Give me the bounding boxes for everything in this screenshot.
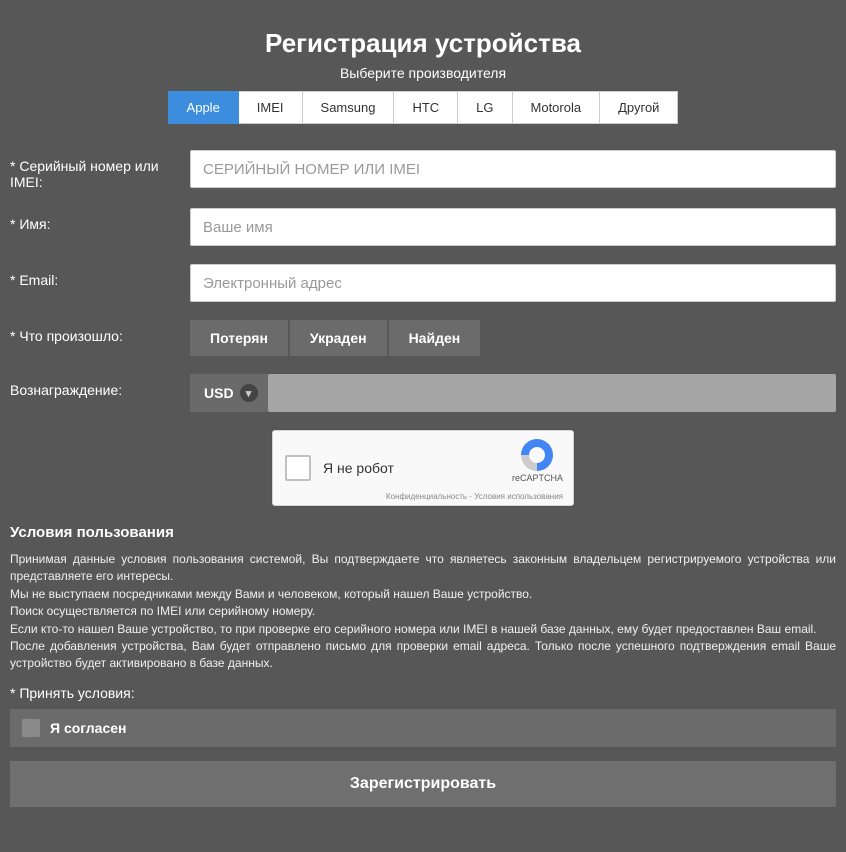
recaptcha-legal: Конфиденциальность - Условия использован…	[386, 492, 563, 501]
tab-apple[interactable]: Apple	[168, 91, 239, 124]
tab-imei[interactable]: IMEI	[239, 91, 303, 124]
currency-value: USD	[204, 385, 234, 401]
recaptcha[interactable]: Я не робот reCAPTCHA Конфиденциальность …	[272, 430, 574, 506]
accept-label: * Принять условия:	[10, 685, 836, 701]
manufacturer-tabs: AppleIMEISamsungHTCLGMotorolaДругой	[10, 91, 836, 124]
event-label: * Что произошло:	[10, 320, 190, 344]
accept-checkbox[interactable]	[22, 719, 40, 737]
terms-body: Принимая данные условия пользования сист…	[10, 551, 836, 673]
event-option-Найден[interactable]: Найден	[389, 320, 481, 356]
email-label: * Email:	[10, 264, 190, 288]
tab-samsung[interactable]: Samsung	[303, 91, 395, 124]
event-options: ПотерянУкраденНайден	[190, 320, 836, 356]
tab-htc[interactable]: HTC	[394, 91, 458, 124]
tab-другой[interactable]: Другой	[600, 91, 678, 124]
tab-motorola[interactable]: Motorola	[513, 91, 601, 124]
accept-box[interactable]: Я согласен	[10, 709, 836, 747]
name-label: * Имя:	[10, 208, 190, 232]
submit-button[interactable]: Зарегистрировать	[10, 761, 836, 807]
recaptcha-logo-icon	[521, 439, 553, 471]
event-option-Потерян[interactable]: Потерян	[190, 320, 288, 356]
serial-label: * Серийный номер или IMEI:	[10, 150, 190, 190]
accept-text: Я согласен	[50, 720, 126, 736]
serial-input[interactable]	[190, 150, 836, 188]
reward-input[interactable]	[268, 374, 836, 412]
chevron-down-icon: ▾	[240, 384, 258, 402]
currency-select[interactable]: USD ▾	[190, 374, 268, 412]
name-input[interactable]	[190, 208, 836, 246]
email-input[interactable]	[190, 264, 836, 302]
tab-lg[interactable]: LG	[458, 91, 512, 124]
recaptcha-text: Я не робот	[323, 460, 394, 476]
terms-heading: Условия пользования	[10, 524, 836, 541]
event-option-Украден[interactable]: Украден	[290, 320, 387, 356]
recaptcha-checkbox[interactable]	[285, 455, 311, 481]
reward-label: Вознаграждение:	[10, 374, 190, 398]
page-title: Регистрация устройства	[10, 28, 836, 59]
recaptcha-brand: reCAPTCHA	[512, 473, 563, 483]
subtitle: Выберите производителя	[10, 65, 836, 81]
